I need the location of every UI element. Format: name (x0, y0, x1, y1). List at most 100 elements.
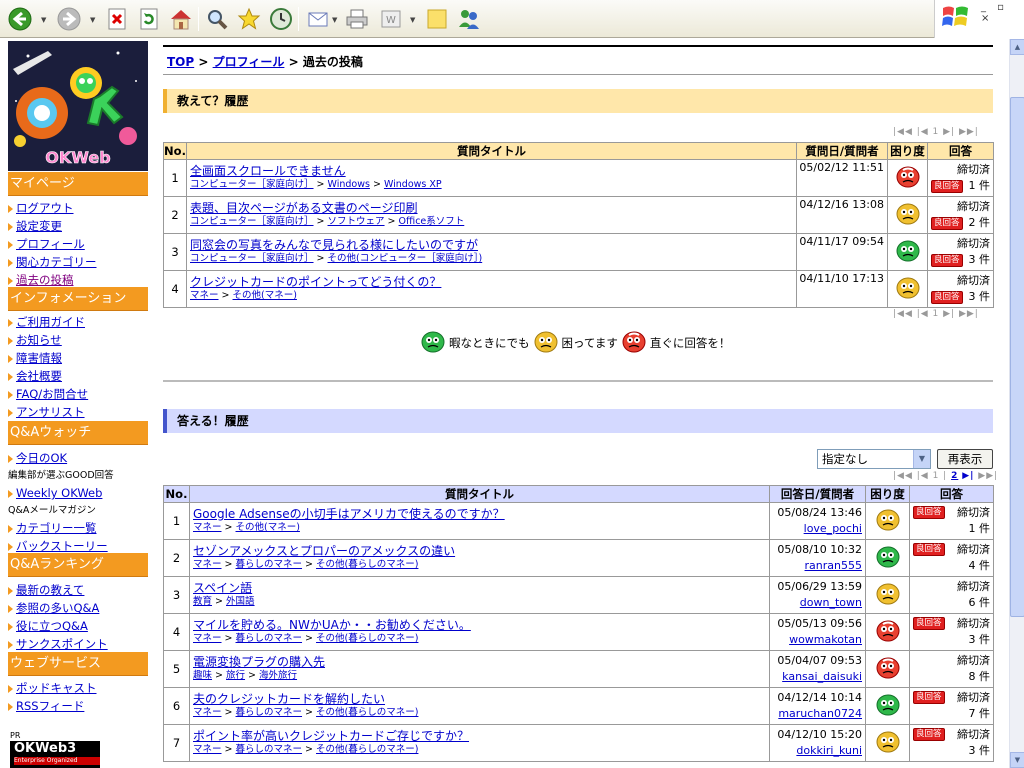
category-link[interactable]: 暮らしのマネー (236, 559, 303, 570)
category-link[interactable]: 海外旅行 (259, 670, 297, 681)
question-title-link[interactable]: 電源変換プラグの購入先 (193, 655, 769, 669)
sidebar-item-news[interactable]: お知らせ (8, 331, 148, 349)
good-answer-badge[interactable]: 良回答 (913, 506, 945, 519)
sidebar-item-company[interactable]: 会社概要 (8, 367, 148, 385)
back-icon[interactable] (7, 6, 33, 32)
category-link[interactable]: 暮らしのマネー (236, 633, 303, 644)
scroll-up-button[interactable]: ▲ (1010, 39, 1024, 55)
category-link[interactable]: マネー (193, 707, 222, 718)
sidebar-item-podcast[interactable]: ポッドキャスト (8, 679, 148, 697)
sidebar-item-guide[interactable]: ご利用ガイド (8, 313, 148, 331)
scroll-down-button[interactable]: ▼ (1010, 752, 1024, 768)
question-title-link[interactable]: ポイント率が高いクレジットカードご存じですか？ (193, 729, 769, 743)
good-answer-badge[interactable]: 良回答 (931, 291, 963, 304)
good-answer-badge[interactable]: 良回答 (931, 254, 963, 267)
sidebar-item-today-ok[interactable]: 今日のOK (8, 449, 148, 467)
asker-link[interactable]: wowmakotan (770, 632, 862, 648)
category-link[interactable]: その他(コンピューター［家庭向け］) (328, 253, 483, 264)
print-icon[interactable] (344, 6, 370, 32)
category-link[interactable]: その他(暮らしのマネー) (316, 707, 418, 718)
sidebar-item-settings[interactable]: 設定変更 (8, 217, 148, 235)
good-answer-badge[interactable]: 良回答 (913, 691, 945, 704)
category-link[interactable]: Office系ソフト (399, 216, 465, 227)
category-link[interactable]: 暮らしのマネー (236, 707, 303, 718)
category-link[interactable]: コンピューター［家庭向け］ (190, 253, 314, 264)
sidebar-item-rss[interactable]: RSSフィード (8, 697, 148, 715)
sidebar-item-interest-categories[interactable]: 関心カテゴリー (8, 253, 148, 271)
category-link[interactable]: その他(暮らしのマネー) (316, 559, 418, 570)
category-link[interactable]: 旅行 (226, 670, 245, 681)
favorites-icon[interactable] (236, 6, 262, 32)
questions-pager-top[interactable]: |◀◀ |◀ 1 ▶| ▶▶| (893, 127, 979, 137)
stop-icon[interactable] (104, 6, 130, 32)
category-link[interactable]: コンピューター［家庭向け］ (190, 179, 314, 190)
breadcrumb-top[interactable]: TOP (167, 55, 194, 69)
category-link[interactable]: 趣味 (193, 670, 212, 681)
category-link[interactable]: マネー (190, 290, 219, 301)
scroll-thumb[interactable] (1010, 97, 1024, 617)
question-title-link[interactable]: セゾンアメックスとプロパーのアメックスの違い (193, 544, 769, 558)
good-answer-badge[interactable]: 良回答 (913, 728, 945, 741)
sidebar-item-category-list[interactable]: カテゴリー一覧 (8, 519, 148, 537)
search-icon[interactable] (204, 6, 230, 32)
category-link[interactable]: 外国語 (226, 596, 255, 607)
category-link[interactable]: マネー (193, 559, 222, 570)
asker-link[interactable]: ranran555 (770, 558, 862, 574)
question-title-link[interactable]: マイルを貯める。NWかUAか・・お勧めください。 (193, 618, 769, 632)
sidebar-item-most-viewed[interactable]: 参照の多いQ&A (8, 599, 148, 617)
sidebar-item-faq[interactable]: FAQ/お問合せ (8, 385, 148, 403)
sidebar-item-latest[interactable]: 最新の教えて (8, 581, 148, 599)
vertical-scrollbar[interactable]: ▲ ▼ (1009, 39, 1024, 768)
sidebar-item-profile[interactable]: プロフィール (8, 235, 148, 253)
sidebar-item-outage[interactable]: 障害情報 (8, 349, 148, 367)
good-answer-badge[interactable]: 良回答 (931, 217, 963, 230)
chevron-down-icon[interactable]: ▼ (913, 450, 930, 468)
note-icon[interactable] (424, 6, 450, 32)
sidebar-item-weekly-okweb[interactable]: Weekly OKWeb (8, 484, 148, 502)
question-title-link[interactable]: Google Adsenseの小切手はアメリカで使えるのですか？ (193, 507, 769, 521)
sidebar-item-logout[interactable]: ログアウト (8, 199, 148, 217)
category-link[interactable]: その他(暮らしのマネー) (316, 633, 418, 644)
category-link[interactable]: 教育 (193, 596, 212, 607)
category-link[interactable]: ソフトウェア (328, 216, 385, 227)
category-link[interactable]: マネー (193, 744, 222, 755)
question-title-link[interactable]: 夫のクレジットカードを解約したい (193, 692, 769, 706)
okweb3-banner[interactable]: OKWeb3 Enterprise Organized (10, 741, 100, 768)
category-link[interactable]: 暮らしのマネー (236, 744, 303, 755)
mail-icon[interactable] (306, 6, 332, 32)
asker-link[interactable]: maruchan0724 (770, 706, 862, 722)
asker-link[interactable]: dokkiri_kuni (770, 743, 862, 759)
question-title-link[interactable]: 表題、目次ページがある文書のページ印刷 (190, 201, 796, 215)
asker-link[interactable]: love_pochi (770, 521, 862, 537)
question-title-link[interactable]: スペイン語 (193, 581, 769, 595)
question-title-link[interactable]: 同窓会の写真をみんなで見られる様にしたいのですが (190, 238, 796, 252)
good-answer-badge[interactable]: 良回答 (913, 617, 945, 630)
messenger-icon[interactable] (456, 6, 482, 32)
category-link[interactable]: Windows (328, 179, 370, 190)
questions-pager-bottom[interactable]: |◀◀ |◀ 1 ▶| ▶▶| (893, 309, 979, 319)
sidebar-item-thanks-point[interactable]: サンクスポイント (8, 635, 148, 653)
question-title-link[interactable]: 全画面スクロールできません (190, 164, 796, 178)
refresh-icon[interactable] (136, 6, 162, 32)
asker-link[interactable]: kansai_daisuki (770, 669, 862, 685)
category-link[interactable]: その他(暮らしのマネー) (316, 744, 418, 755)
sidebar-item-answerlist[interactable]: アンサリスト (8, 403, 148, 421)
category-link[interactable]: コンピューター［家庭向け］ (190, 216, 314, 227)
good-answer-badge[interactable]: 良回答 (913, 543, 945, 556)
category-link[interactable]: マネー (193, 522, 222, 533)
home-icon[interactable] (168, 6, 194, 32)
category-link[interactable]: マネー (193, 633, 222, 644)
question-title-link[interactable]: クレジットカードのポイントってどう付くの？ (190, 275, 796, 289)
category-link[interactable]: Windows XP (384, 179, 442, 190)
redisplay-button[interactable]: 再表示 (937, 449, 993, 469)
category-link[interactable]: その他(マネー) (236, 522, 300, 533)
sidebar-item-helpful[interactable]: 役に立つQ&A (8, 617, 148, 635)
breadcrumb-profile[interactable]: プロフィール (213, 55, 285, 69)
asker-link[interactable]: down_town (770, 595, 862, 611)
okweb-logo[interactable]: OKWeb (8, 41, 148, 171)
answers-pager[interactable]: |◀◀ |◀ 1 | 2 ▶| ▶▶| (893, 471, 998, 481)
history-icon[interactable] (268, 6, 294, 32)
category-link[interactable]: その他(マネー) (233, 290, 297, 301)
forward-icon[interactable] (56, 6, 82, 32)
good-answer-badge[interactable]: 良回答 (931, 180, 963, 193)
